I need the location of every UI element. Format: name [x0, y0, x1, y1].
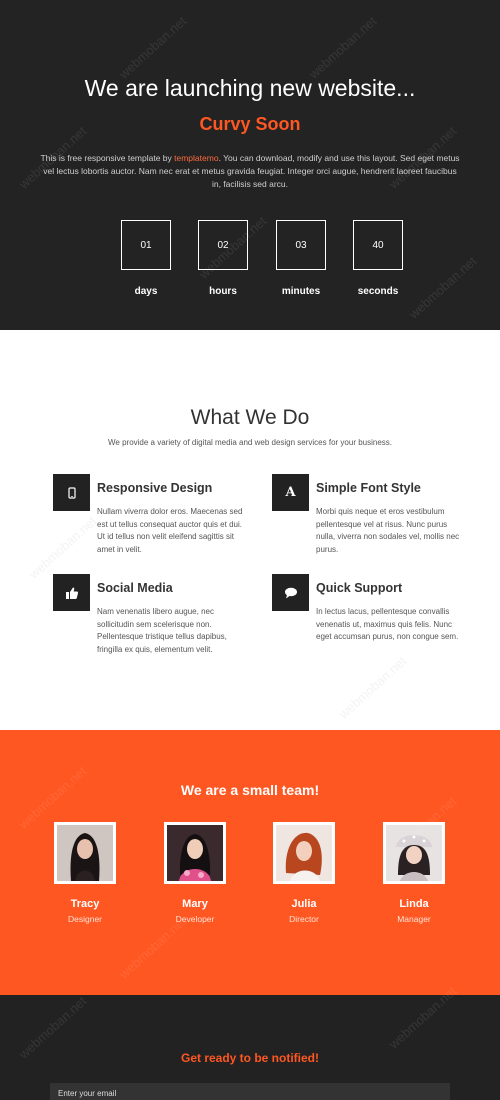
countdown-hours: 02 hours: [183, 220, 263, 297]
member-name: Mary: [182, 898, 208, 910]
member-role: Developer: [175, 914, 215, 924]
hero-intro: This is free responsive template by temp…: [40, 152, 460, 191]
service-text: In lectus lacus, pellentesque convallis …: [316, 607, 459, 641]
thumbs-up-icon: [53, 574, 90, 611]
brand-name: Curvy Soon: [199, 114, 301, 134]
avatar: [54, 822, 116, 884]
chat-bubble-icon: [272, 574, 309, 611]
member-name: Linda: [399, 898, 429, 910]
team-member-julia: Julia Director: [259, 822, 349, 924]
intro-text-start: This is free responsive template by: [40, 153, 175, 163]
countdown: 01 days 02 hours 03 minutes 40 seconds: [0, 220, 500, 300]
member-role: Manager: [397, 914, 431, 924]
templatemo-link[interactable]: templatemo: [174, 153, 218, 163]
service-text: Morbi quis neque et eros vestibulum pell…: [316, 507, 460, 554]
service-title: Quick Support: [316, 581, 403, 595]
countdown-minutes-value: 03: [276, 220, 326, 270]
services-section: What We Do We provide a variety of digit…: [0, 330, 500, 730]
service-text: Nullam viverra dolor eros. Maecenas sed …: [97, 507, 243, 554]
countdown-seconds: 40 seconds: [338, 220, 418, 297]
avatar: [164, 822, 226, 884]
avatar: [273, 822, 335, 884]
countdown-hours-label: hours: [209, 286, 237, 297]
team-title: We are a small team!: [180, 782, 320, 798]
team-member-mary: Mary Developer: [150, 822, 240, 924]
countdown-minutes-label: minutes: [281, 286, 321, 297]
service-title: Responsive Design: [97, 481, 213, 495]
countdown-days-value: 01: [121, 220, 171, 270]
countdown-seconds-label: seconds: [357, 286, 399, 297]
countdown-days-label: days: [134, 286, 158, 297]
font-icon: A: [272, 474, 309, 511]
hero-title: We are launching new website...: [84, 75, 416, 101]
services-title: What We Do: [190, 406, 310, 429]
services-subtitle: We provide a variety of digital media an…: [108, 438, 392, 447]
countdown-seconds-value: 40: [353, 220, 403, 270]
member-name: Julia: [291, 898, 317, 910]
service-text: Nam venenatis libero augue, nec sollicit…: [97, 607, 227, 654]
member-role: Designer: [67, 914, 103, 924]
countdown-minutes: 03 minutes: [261, 220, 341, 297]
member-role: Director: [289, 914, 319, 924]
hero-section: We are launching new website... Curvy So…: [0, 0, 500, 330]
countdown-hours-value: 02: [198, 220, 248, 270]
member-name: Tracy: [70, 898, 100, 910]
service-title: Simple Font Style: [316, 481, 421, 495]
team-member-tracy: Tracy Designer: [40, 822, 130, 924]
countdown-days: 01 days: [106, 220, 186, 297]
service-title: Social Media: [97, 581, 173, 595]
mobile-icon: [53, 474, 90, 511]
email-input[interactable]: [50, 1083, 450, 1100]
avatar: [383, 822, 445, 884]
team-member-linda: Linda Manager: [369, 822, 459, 924]
team-section: We are a small team! Tracy Designer Mary…: [0, 730, 500, 995]
notify-title: Get ready to be notified!: [180, 1051, 319, 1065]
notify-section: Get ready to be notified!: [0, 995, 500, 1100]
